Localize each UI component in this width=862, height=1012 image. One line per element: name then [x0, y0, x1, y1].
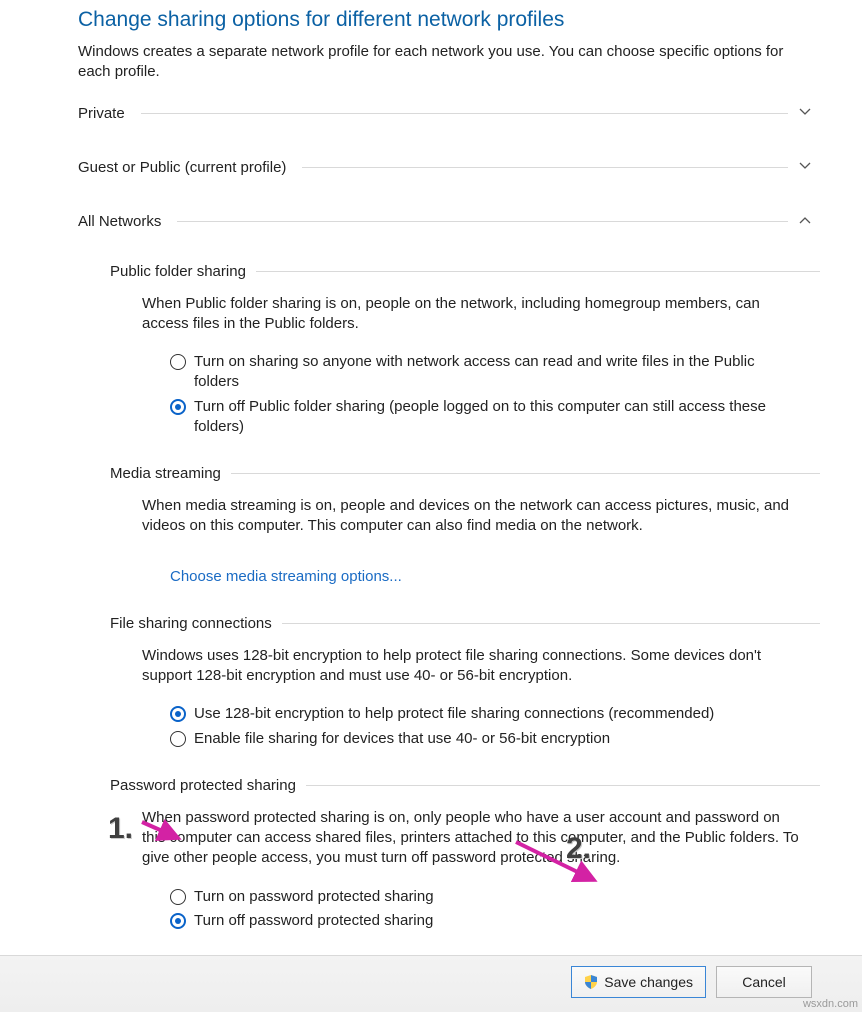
divider: [282, 623, 820, 624]
radio-password-on[interactable]: Turn on password protected sharing: [170, 887, 802, 907]
section-title: Media streaming: [110, 465, 221, 482]
radio-public-on[interactable]: Turn on sharing so anyone with network a…: [170, 352, 802, 393]
radio-label: Turn off Public folder sharing (people l…: [194, 397, 802, 438]
profile-private[interactable]: Private: [78, 101, 812, 127]
divider: [231, 473, 820, 474]
radio-public-off[interactable]: Turn off Public folder sharing (people l…: [170, 397, 802, 438]
watermark: wsxdn.com: [803, 998, 858, 1010]
section-desc: When Public folder sharing is on, people…: [142, 294, 802, 335]
save-button[interactable]: Save changes: [571, 966, 706, 998]
profile-guest-label: Guest or Public (current profile): [78, 159, 286, 176]
radio-label: Use 128-bit encryption to help protect f…: [194, 704, 802, 724]
section-password-sharing: Password protected sharing When password…: [110, 777, 862, 931]
divider: [306, 785, 820, 786]
divider: [256, 271, 820, 272]
profile-private-label: Private: [78, 105, 125, 122]
radio-icon: [170, 731, 186, 747]
radio-128bit[interactable]: Use 128-bit encryption to help protect f…: [170, 704, 802, 724]
profile-guest-public[interactable]: Guest or Public (current profile): [78, 155, 812, 181]
cancel-button-label: Cancel: [742, 974, 786, 990]
radio-label: Turn on sharing so anyone with network a…: [194, 352, 802, 393]
chevron-down-icon: [798, 159, 812, 177]
radio-40-56bit[interactable]: Enable file sharing for devices that use…: [170, 729, 802, 749]
profile-all-networks[interactable]: All Networks: [78, 209, 812, 235]
section-title: File sharing connections: [110, 615, 272, 632]
section-title: Public folder sharing: [110, 263, 246, 280]
section-title: Password protected sharing: [110, 777, 296, 794]
link-media-options[interactable]: Choose media streaming options...: [170, 568, 402, 585]
profile-all-label: All Networks: [78, 213, 161, 230]
radio-icon: [170, 354, 186, 370]
divider: [177, 221, 788, 222]
radio-icon: [170, 706, 186, 722]
section-desc: When media streaming is on, people and d…: [142, 496, 802, 537]
chevron-up-icon: [798, 213, 812, 231]
uac-shield-icon: [584, 975, 598, 989]
radio-password-off[interactable]: Turn off password protected sharing: [170, 911, 802, 931]
button-bar: Save changes Cancel: [0, 955, 862, 1012]
radio-icon: [170, 889, 186, 905]
cancel-button[interactable]: Cancel: [716, 966, 812, 998]
radio-label: Turn off password protected sharing: [194, 911, 802, 931]
divider: [302, 167, 788, 168]
radio-label: Enable file sharing for devices that use…: [194, 729, 802, 749]
section-desc: When password protected sharing is on, o…: [142, 808, 802, 869]
radio-icon: [170, 399, 186, 415]
section-public-folder-sharing: Public folder sharing When Public folder…: [110, 263, 862, 438]
divider: [141, 113, 788, 114]
radio-label: Turn on password protected sharing: [194, 887, 802, 907]
save-button-label: Save changes: [604, 974, 693, 990]
section-file-sharing: File sharing connections Windows uses 12…: [110, 615, 862, 749]
page-title: Change sharing options for different net…: [78, 0, 862, 32]
section-desc: Windows uses 128-bit encryption to help …: [142, 646, 802, 687]
section-media-streaming: Media streaming When media streaming is …: [110, 465, 862, 587]
chevron-down-icon: [798, 105, 812, 123]
page-description: Windows creates a separate network profi…: [78, 32, 862, 101]
radio-icon: [170, 913, 186, 929]
